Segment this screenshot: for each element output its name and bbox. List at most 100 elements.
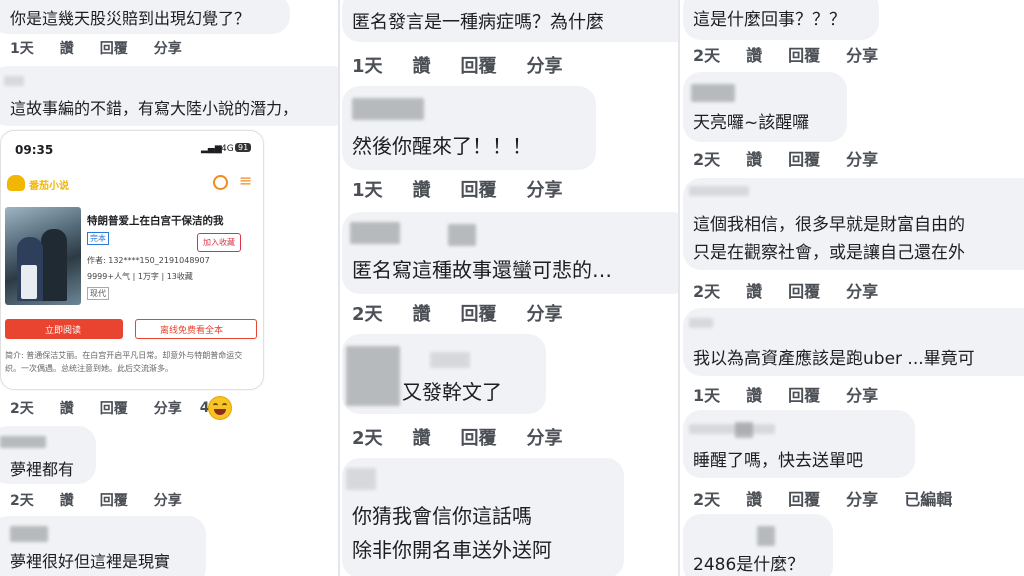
comment-actions: 1天 讚 回覆 分享 (10, 38, 208, 58)
like-button[interactable]: 讚 (413, 176, 431, 202)
edited-label: 已編輯 (904, 490, 953, 509)
search-icon[interactable] (213, 175, 228, 190)
like-button[interactable]: 讚 (413, 52, 431, 78)
author-name-blurred (352, 98, 424, 120)
reply-button[interactable]: 回覆 (100, 398, 128, 418)
status-time: 09:35 (15, 143, 54, 157)
comment-text: 匿名寫這種故事還蠻可悲的… (352, 258, 612, 282)
battery-icon: 91 (235, 143, 252, 152)
timestamp: 2天 (352, 304, 383, 325)
timestamp: 1天 (10, 41, 34, 57)
like-button[interactable]: 讚 (60, 38, 74, 58)
network-label: 4G (221, 144, 234, 154)
book-cover-image (5, 207, 81, 305)
comment-text: 這故事編的不錯，有寫大陸小說的潛力， (10, 99, 299, 118)
comment-actions: 2天 讚 回覆 分享 4 (10, 398, 212, 418)
comment-text: 2486是什麼？ (693, 555, 805, 575)
comment-actions: 2天 讚 回覆 分享 (352, 300, 589, 326)
like-button[interactable]: 讚 (413, 424, 431, 450)
comment-actions: 2天 讚 回覆 分享 (693, 146, 904, 170)
comments-column-3: 這是什麼回事？？？ 2天 讚 回覆 分享 天亮囉~該醒囉 2天 讚 回覆 分享 … (681, 0, 1024, 576)
timestamp: 2天 (693, 282, 721, 301)
cover-figure-man (41, 229, 67, 301)
comment-text: 我以為高資產應該是跑uber ...畢竟可 (693, 349, 975, 369)
comment-actions: 2天 讚 回覆 分享 (693, 42, 904, 66)
shared-screenshot-image[interactable]: 09:35 ▂▄▆ 4G 91 番茄小说 ≡ 特朗普爱上在白宫干保洁的我 完本 … (0, 130, 264, 390)
timestamp: 2天 (693, 150, 721, 169)
reply-button[interactable]: 回覆 (788, 278, 820, 302)
like-button[interactable]: 讚 (746, 146, 762, 170)
share-button[interactable]: 分享 (527, 176, 563, 202)
author-name-blurred (448, 224, 476, 246)
author-name-blurred (689, 318, 713, 328)
reply-button[interactable]: 回覆 (461, 176, 497, 202)
share-button[interactable]: 分享 (527, 52, 563, 78)
comment-actions: 2天 讚 回覆 分享 (10, 490, 208, 510)
like-button[interactable]: 讚 (746, 42, 762, 66)
column-divider (678, 0, 680, 576)
like-button[interactable]: 讚 (413, 300, 431, 326)
reply-button[interactable]: 回覆 (788, 42, 820, 66)
comment-text: 這個我相信，很多早就是財富自由的 (693, 215, 965, 235)
share-button[interactable]: 分享 (154, 398, 182, 418)
timestamp: 1天 (352, 180, 383, 201)
author-name-blurred (10, 526, 48, 542)
timestamp: 1天 (693, 386, 721, 405)
author-name-blurred (757, 526, 775, 546)
author-name-blurred (689, 186, 749, 196)
author-name-blurred (346, 468, 376, 490)
comment-actions: 1天 讚 回覆 分享 (352, 176, 589, 202)
author-name-blurred (4, 76, 24, 86)
complete-tag: 完本 (87, 232, 109, 245)
menu-icon[interactable]: ≡ (239, 171, 252, 190)
share-button[interactable]: 分享 (846, 486, 878, 510)
book-stats: 9999+人气 | 1万字 | 13收藏 (87, 272, 193, 281)
like-button[interactable]: 讚 (746, 486, 762, 510)
comment-text: 又發幹文了 (402, 380, 502, 404)
add-to-shelf-button[interactable]: 加入收藏 (197, 233, 241, 252)
timestamp: 2天 (10, 493, 34, 509)
cover-apron (21, 265, 37, 299)
share-button[interactable]: 分享 (846, 278, 878, 302)
read-now-button[interactable]: 立即阅读 (5, 319, 123, 339)
like-button[interactable]: 讚 (746, 278, 762, 302)
offline-read-label: 离线免费看全本 (160, 326, 224, 336)
share-button[interactable]: 分享 (527, 424, 563, 450)
author-line: 作者: 132****150_2191048907 (87, 256, 210, 265)
like-button[interactable]: 讚 (60, 398, 74, 418)
author-name-blurred (735, 422, 753, 438)
comment-actions: 2天 讚 回覆 分享 (693, 278, 904, 302)
book-title: 特朗普爱上在白宫干保洁的我 (87, 215, 224, 227)
like-button[interactable]: 讚 (60, 490, 74, 510)
reply-button[interactable]: 回覆 (461, 424, 497, 450)
share-button[interactable]: 分享 (846, 42, 878, 66)
comment-text: 夢裡很好但這裡是現實 (10, 552, 171, 571)
author-name-blurred (346, 346, 400, 406)
author-name-blurred (350, 222, 400, 244)
app-logo-icon (7, 175, 25, 191)
author-name-blurred (0, 436, 46, 448)
comment-text: 夢裡都有 (10, 460, 75, 479)
comment-text: 你猜我會信你這話嗎 (352, 504, 532, 528)
share-button[interactable]: 分享 (527, 300, 563, 326)
reply-button[interactable]: 回覆 (788, 146, 820, 170)
author-name-blurred (689, 424, 775, 434)
reply-button[interactable]: 回覆 (461, 300, 497, 326)
reply-button[interactable]: 回覆 (461, 52, 497, 78)
comment-actions: 1天 讚 回覆 分享 (693, 382, 904, 406)
comment-actions: 2天 讚 回覆 分享 已編輯 (693, 486, 978, 510)
reply-button[interactable]: 回覆 (100, 38, 128, 58)
offline-read-button[interactable]: 离线免费看全本 (135, 319, 257, 339)
reply-button[interactable]: 回覆 (100, 490, 128, 510)
reply-button[interactable]: 回覆 (788, 382, 820, 406)
like-button[interactable]: 讚 (746, 382, 762, 406)
reply-button[interactable]: 回覆 (788, 486, 820, 510)
share-button[interactable]: 分享 (154, 490, 182, 510)
comment-text: 這是什麼回事？？？ (693, 10, 846, 30)
share-button[interactable]: 分享 (846, 146, 878, 170)
timestamp: 2天 (693, 46, 721, 65)
share-button[interactable]: 分享 (846, 382, 878, 406)
author-name-blurred (430, 352, 470, 368)
share-button[interactable]: 分享 (154, 38, 182, 58)
book-intro: 简介: 普通保洁艾丽。在白宫开启平凡日常。却意外与特朗普命运交织。一次偶遇。总统… (5, 351, 243, 373)
